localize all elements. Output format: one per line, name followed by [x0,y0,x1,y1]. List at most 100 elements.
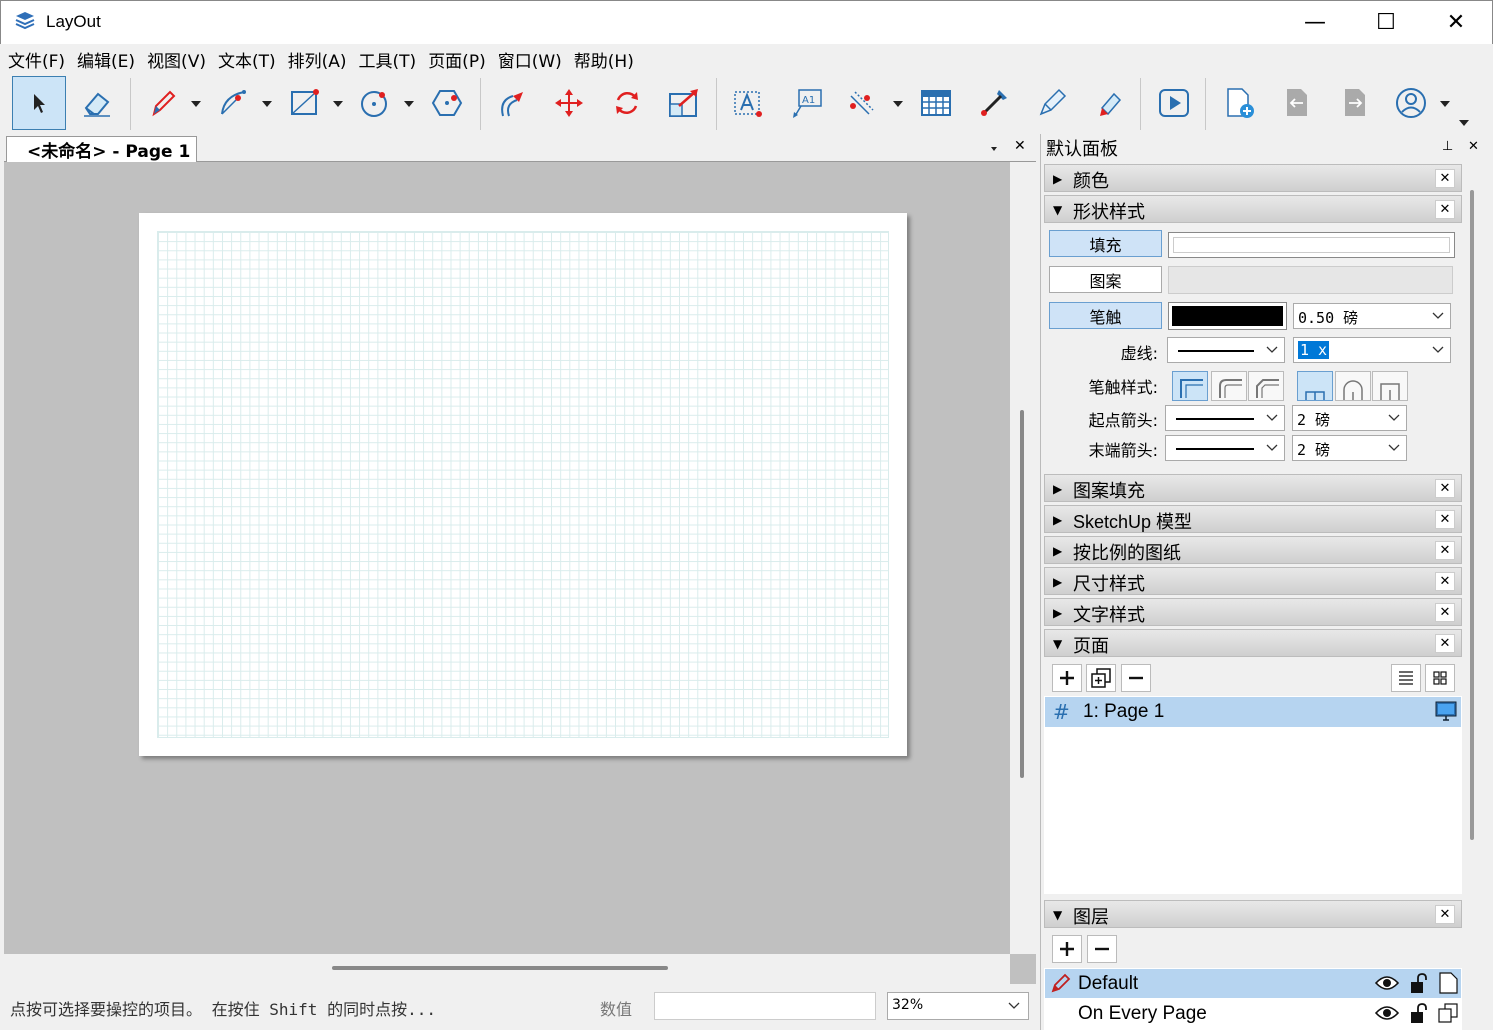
start-arrow-select[interactable] [1165,405,1285,431]
zoom-select[interactable]: 32% [887,992,1029,1020]
menu-text[interactable]: 文本(T) [218,47,276,72]
close-section-icon[interactable]: ✕ [1435,169,1455,188]
circle-tool-button[interactable] [348,76,402,130]
chevron-down-icon[interactable] [1439,98,1451,110]
close-section-icon[interactable]: ✕ [1435,572,1455,591]
close-tray-icon[interactable]: ✕ [1468,139,1479,154]
paper-page[interactable] [139,213,907,756]
dimension-tool-button[interactable] [835,76,889,130]
cap-square-button[interactable] [1372,371,1408,401]
vertical-scroll-thumb[interactable] [1020,410,1024,778]
pin-icon[interactable]: ⊥ [1442,139,1453,154]
menu-help[interactable]: 帮助(H) [574,47,634,72]
section-dimension-style[interactable]: ▶ 尺寸样式 ✕ [1044,567,1462,595]
measurements-input[interactable] [654,992,876,1020]
add-page-button[interactable] [1212,76,1266,130]
close-section-icon[interactable]: ✕ [1435,603,1455,622]
style-picker-button[interactable] [967,76,1021,130]
chevron-down-icon[interactable] [261,98,273,110]
rectangle-tool-button[interactable] [277,76,331,130]
select-tool-button[interactable] [12,76,66,130]
join-miter-button[interactable] [1172,371,1208,401]
section-shape-style[interactable]: ▼ 形状样式 ✕ [1044,195,1462,223]
arc-tool-button[interactable] [206,76,260,130]
start-arrow-size-select[interactable]: 2 磅 [1292,405,1407,431]
close-section-icon[interactable]: ✕ [1435,479,1455,498]
close-section-icon[interactable]: ✕ [1435,905,1455,924]
join-bevel-button[interactable] [1248,371,1284,401]
layer-row-default[interactable]: Default [1045,969,1461,998]
presentation-button[interactable] [1147,76,1201,130]
rotate-tool-button[interactable] [600,76,654,130]
pattern-well[interactable] [1168,266,1453,294]
close-button[interactable]: ✕ [1422,0,1490,44]
close-section-icon[interactable]: ✕ [1435,200,1455,219]
stroke-color-well[interactable] [1168,302,1287,330]
table-tool-button[interactable] [909,76,963,130]
delete-page-button[interactable] [1121,664,1151,692]
close-section-icon[interactable]: ✕ [1435,634,1455,653]
close-document-icon[interactable]: ✕ [1014,138,1026,154]
offset-tool-button[interactable] [485,76,539,130]
cap-round-button[interactable] [1335,371,1371,401]
close-section-icon[interactable]: ✕ [1435,541,1455,560]
next-page-button[interactable] [1327,76,1381,130]
section-layers[interactable]: ▼ 图层 ✕ [1044,900,1462,928]
join-round-button[interactable] [1211,371,1247,401]
maximize-button[interactable]: ☐ [1352,0,1420,44]
dash-style-select[interactable] [1167,337,1285,363]
delete-layer-button[interactable] [1087,935,1117,963]
stroke-toggle-button[interactable]: 笔触 [1049,302,1162,329]
layer-row-on-every-page[interactable]: On Every Page [1045,999,1461,1029]
previous-page-button[interactable] [1269,76,1323,130]
duplicate-page-button[interactable] [1086,664,1116,692]
tray-scroll-thumb[interactable] [1470,190,1474,840]
thumbnail-view-button[interactable] [1425,664,1455,692]
document-tab[interactable]: <未命名> - Page 1 [6,136,198,162]
unlock-icon[interactable] [1409,1002,1429,1024]
chevron-down-icon[interactable] [190,98,202,110]
page-row[interactable]: # 1: Page 1 [1045,697,1461,727]
page-icon[interactable] [1437,971,1459,995]
text-tool-button[interactable] [721,76,775,130]
tab-list-chevron-icon[interactable] [988,144,1000,154]
menu-tools[interactable]: 工具(T) [359,47,417,72]
close-section-icon[interactable]: ✕ [1435,510,1455,529]
menu-arrange[interactable]: 排列(A) [288,47,347,72]
chevron-down-icon[interactable] [892,98,904,110]
label-tool-button[interactable]: A1 [779,76,833,130]
shared-pages-icon[interactable] [1437,1002,1459,1024]
section-sketchup-model[interactable]: ▶ SketchUp 模型 ✕ [1044,505,1462,533]
fill-color-well[interactable] [1168,232,1455,258]
scale-tool-button[interactable] [657,76,711,130]
toolbar-overflow-icon[interactable] [1458,118,1470,128]
pattern-toggle-button[interactable]: 图案 [1049,266,1162,293]
dash-scale-select[interactable]: 1 x [1293,337,1451,363]
section-pattern-fill[interactable]: ▶ 图案填充 ✕ [1044,474,1462,502]
section-text-style[interactable]: ▶ 文字样式 ✕ [1044,598,1462,626]
account-button[interactable] [1384,76,1438,130]
end-arrow-select[interactable] [1165,435,1285,461]
menu-edit[interactable]: 编辑(E) [77,47,135,72]
chevron-down-icon[interactable] [332,98,344,110]
section-pages[interactable]: ▼ 页面 ✕ [1044,629,1462,657]
minimize-button[interactable]: — [1281,0,1349,44]
stroke-width-select[interactable]: 0.50 磅 [1293,303,1451,329]
cap-butt-button[interactable] [1297,371,1333,401]
horizontal-scroll-thumb[interactable] [332,966,668,970]
eye-icon[interactable] [1375,975,1399,991]
end-arrow-size-select[interactable]: 2 磅 [1292,435,1407,461]
line-tool-button[interactable] [136,76,190,130]
menu-window[interactable]: 窗口(W) [498,47,562,72]
split-tool-button[interactable] [1025,76,1079,130]
add-layer-button[interactable] [1052,935,1082,963]
join-tool-button[interactable] [1082,76,1136,130]
move-tool-button[interactable] [542,76,596,130]
polygon-tool-button[interactable] [420,76,474,130]
eraser-tool-button[interactable] [70,76,124,130]
add-page-button[interactable] [1052,664,1082,692]
chevron-down-icon[interactable] [403,98,415,110]
section-scaled-drawing[interactable]: ▶ 按比例的图纸 ✕ [1044,536,1462,564]
menu-file[interactable]: 文件(F) [8,47,65,72]
section-colors[interactable]: ▶ 颜色 ✕ [1044,164,1462,192]
